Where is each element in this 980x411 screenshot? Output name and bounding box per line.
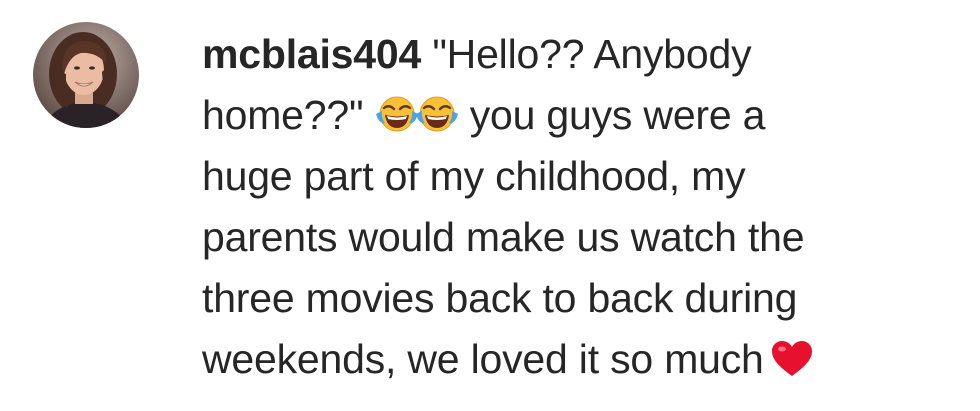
comment-line-4: parents would make us watch the — [202, 214, 805, 260]
comment-text-segment: you guys were a — [469, 92, 766, 138]
comment-text-segment: weekends, we loved it so much — [202, 336, 764, 382]
user-avatar[interactable] — [33, 22, 139, 128]
comment-line-6: weekends, we loved it so much — [202, 329, 942, 390]
comment-text-segment: home??" — [202, 92, 364, 138]
face-with-tears-of-joy-icon — [375, 94, 419, 134]
comment-line-1: mcblais404 "Hello?? Anybody — [202, 24, 942, 85]
comment-line-5: three movies back to back during — [202, 275, 798, 321]
comment-text: mcblais404 "Hello?? Anybody home??" you … — [202, 24, 942, 390]
comment-line-3: huge part of my childhood, my — [202, 153, 746, 199]
face-with-tears-of-joy-icon — [415, 94, 459, 134]
comment-text-segment: "Hello?? Anybody — [432, 31, 752, 77]
comment-line-2: home??" you guys were a — [202, 85, 942, 146]
red-heart-icon — [770, 339, 814, 379]
username-link[interactable]: mcblais404 — [202, 31, 421, 77]
comment-item: mcblais404 "Hello?? Anybody home??" you … — [0, 0, 980, 411]
avatar-photo-icon — [33, 22, 139, 128]
